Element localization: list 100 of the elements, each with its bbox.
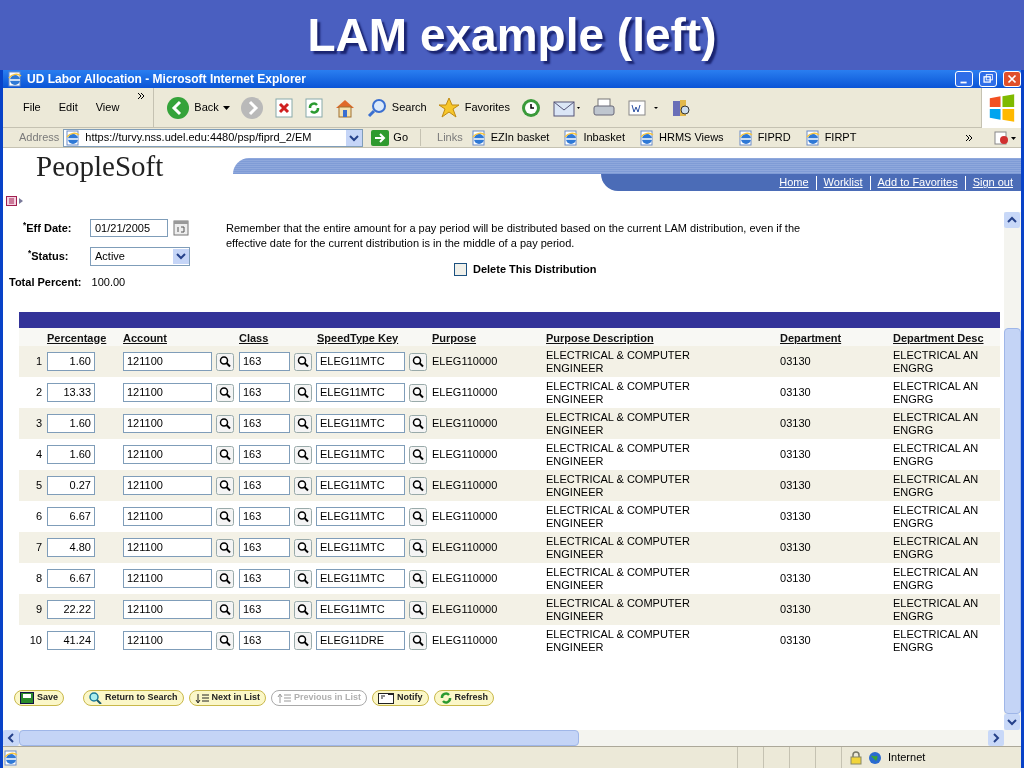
lookup-icon[interactable]: [294, 414, 312, 433]
menu-item[interactable]: View: [95, 99, 120, 116]
go-button[interactable]: Go: [367, 129, 422, 146]
chevron-icon[interactable]: [137, 92, 146, 100]
input-field[interactable]: 22.22: [47, 600, 95, 619]
link[interactable]: FIPRD: [737, 129, 791, 146]
status-dropdown[interactable]: Active: [90, 246, 190, 266]
page-icon[interactable]: [470, 129, 487, 146]
lookup-icon[interactable]: [409, 569, 427, 588]
input-field[interactable]: ELEG11MTC: [316, 383, 405, 402]
dropdown-icon[interactable]: [173, 248, 189, 264]
app-icon[interactable]: [7, 71, 23, 87]
input-field[interactable]: 121100: [123, 569, 212, 588]
input-field[interactable]: ELEG11MTC: [316, 445, 405, 464]
input-field[interactable]: 1.60: [47, 414, 95, 433]
lookup-icon[interactable]: [216, 352, 234, 371]
lookup-icon[interactable]: [216, 569, 234, 588]
page-icon[interactable]: [804, 129, 821, 146]
vertical-scrollbar[interactable]: [1004, 212, 1021, 730]
lookup-icon[interactable]: [216, 445, 234, 464]
lookup-icon[interactable]: [294, 507, 312, 526]
input-field[interactable]: 121100: [123, 383, 212, 402]
page-icon[interactable]: [65, 129, 82, 146]
link[interactable]: HRMS Views: [639, 129, 724, 146]
scroll-thumb[interactable]: [1004, 328, 1021, 714]
input-field[interactable]: 163: [239, 476, 290, 495]
column-header[interactable]: Account: [123, 331, 167, 344]
dropdown-icon[interactable]: [346, 129, 363, 146]
input-field[interactable]: 121100: [123, 507, 212, 526]
menu-item[interactable]: File: [23, 99, 41, 116]
checkbox[interactable]: [454, 262, 467, 276]
input-field[interactable]: 163: [239, 352, 290, 371]
toolbar-button[interactable]: Favorites: [436, 95, 510, 120]
history-icon[interactable]: [519, 96, 542, 119]
column-header[interactable]: Department: [780, 331, 842, 344]
input-field[interactable]: 41.24: [47, 631, 95, 650]
lookup-icon[interactable]: [216, 507, 234, 526]
close-button[interactable]: [1003, 71, 1021, 87]
input-field[interactable]: 121100: [123, 600, 212, 619]
lookup-icon[interactable]: [294, 352, 312, 371]
input-field[interactable]: 4.80: [47, 538, 95, 557]
toolbar-button[interactable]: Search: [365, 96, 427, 119]
input-field[interactable]: 121100: [123, 445, 212, 464]
input-field[interactable]: ELEG11MTC: [316, 507, 405, 526]
input-field[interactable]: ELEG11DRE: [316, 631, 405, 650]
address-field[interactable]: https://turvy.nss.udel.edu:4480/psp/fiprd_2/EM: [63, 128, 364, 147]
page-icon[interactable]: [3, 749, 19, 766]
chevron-icon[interactable]: [965, 133, 973, 142]
lookup-icon[interactable]: [216, 538, 234, 557]
input-field[interactable]: 121100: [123, 538, 212, 557]
input-field[interactable]: ELEG11MTC: [316, 538, 405, 557]
lookup-icon[interactable]: [409, 631, 427, 650]
action-button[interactable]: Notify: [372, 690, 429, 706]
input-field[interactable]: 6.67: [47, 569, 95, 588]
lookup-icon[interactable]: [409, 352, 427, 371]
toolbar-button[interactable]: Back: [166, 95, 230, 120]
input-field[interactable]: 163: [239, 631, 290, 650]
link[interactable]: FIRPT: [804, 129, 857, 146]
maximize-button[interactable]: [979, 71, 997, 87]
lookup-icon[interactable]: [409, 383, 427, 402]
input-field[interactable]: 121100: [123, 352, 212, 371]
input-field[interactable]: 163: [239, 538, 290, 557]
column-header[interactable]: Department Desc: [893, 331, 984, 344]
lookup-icon[interactable]: [216, 383, 234, 402]
menu-icon[interactable]: [6, 196, 24, 206]
input-field[interactable]: 163: [239, 445, 290, 464]
lookup-icon[interactable]: [294, 600, 312, 619]
column-header[interactable]: SpeedType Key: [317, 331, 399, 344]
input-field[interactable]: 121100: [123, 414, 212, 433]
input-field[interactable]: 1.60: [47, 352, 95, 371]
action-button[interactable]: Return to Search: [83, 690, 184, 706]
input-field[interactable]: ELEG11MTC: [316, 476, 405, 495]
nav-link[interactable]: Home: [779, 174, 809, 191]
input-field[interactable]: 163: [239, 569, 290, 588]
input-field[interactable]: 163: [239, 383, 290, 402]
minimize-button[interactable]: [955, 71, 973, 87]
input-field[interactable]: ELEG11MTC: [316, 352, 405, 371]
input-field[interactable]: 163: [239, 600, 290, 619]
lookup-icon[interactable]: [409, 445, 427, 464]
action-button[interactable]: Save: [14, 690, 65, 706]
input-field[interactable]: 163: [239, 507, 290, 526]
lookup-icon[interactable]: [216, 631, 234, 650]
action-button[interactable]: Refresh: [433, 690, 495, 706]
horizontal-scrollbar[interactable]: [3, 730, 1021, 746]
nav-link[interactable]: Sign out: [972, 174, 1013, 191]
lookup-icon[interactable]: [294, 538, 312, 557]
lookup-icon[interactable]: [216, 476, 234, 495]
input-field[interactable]: ELEG11MTC: [316, 569, 405, 588]
page-icon[interactable]: [563, 129, 580, 146]
column-header[interactable]: Purpose Description: [546, 331, 654, 344]
lookup-icon[interactable]: [294, 476, 312, 495]
page-icon[interactable]: [639, 129, 656, 146]
input-field[interactable]: 163: [239, 414, 290, 433]
lookup-icon[interactable]: [409, 600, 427, 619]
column-header[interactable]: Percentage: [47, 331, 107, 344]
menu-item[interactable]: Edit: [58, 99, 78, 116]
caret-icon[interactable]: [222, 105, 230, 110]
date-field[interactable]: 01/21/2005: [90, 219, 168, 237]
lookup-icon[interactable]: [294, 631, 312, 650]
lookup-icon[interactable]: [294, 569, 312, 588]
